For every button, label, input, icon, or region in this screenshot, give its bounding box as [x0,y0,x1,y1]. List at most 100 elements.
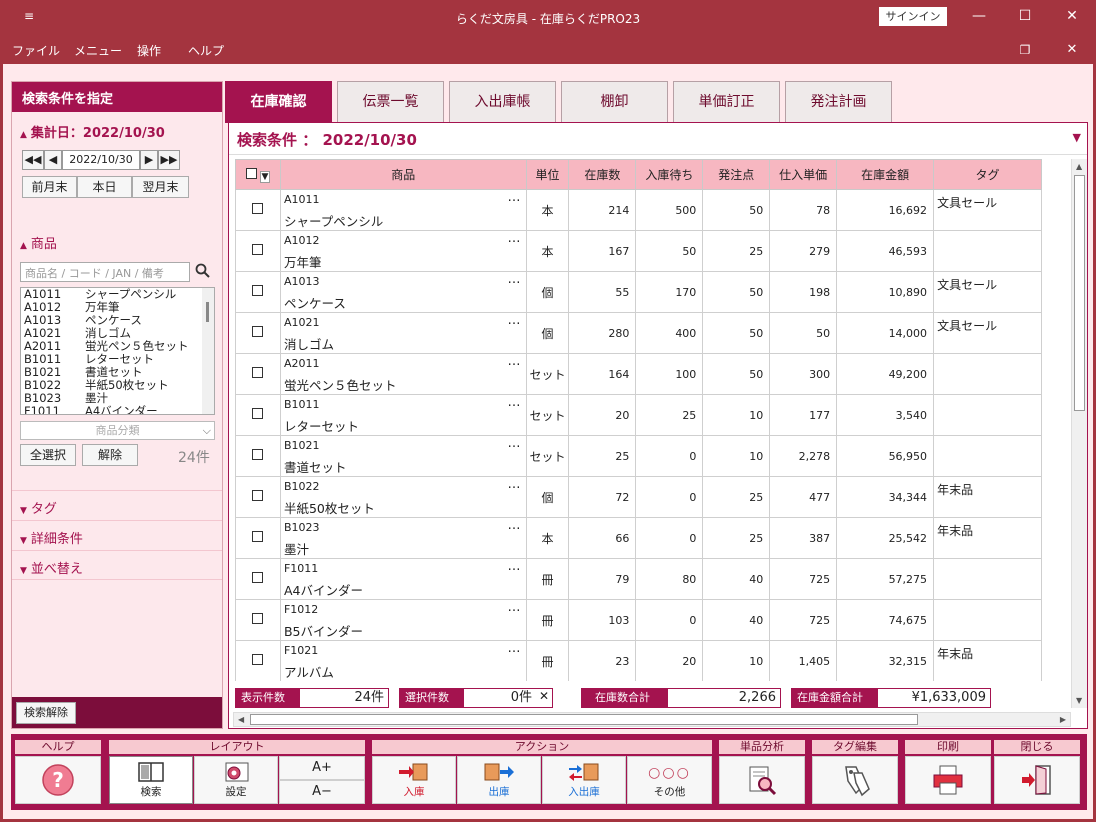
table-row[interactable]: A1021 消しゴム… 個 280 400 50 50 14,000 文具セール [235,312,1042,354]
today-button[interactable]: 本日 [77,176,132,198]
close-document-button[interactable]: ✕ [1049,36,1095,64]
product-section-header[interactable]: ▲ 商品 [12,226,222,256]
row-checkbox-cell[interactable] [235,353,281,395]
last-date-button[interactable]: ▶▶ [158,150,180,170]
more-options-icon[interactable]: … [508,477,522,492]
sort-section-header[interactable]: ▼ 並べ替え [12,550,222,580]
product-cell[interactable]: A1011 シャープペンシル… [279,189,527,231]
vertical-scrollbar[interactable]: ▲ ▼ [1071,159,1087,708]
more-options-icon[interactable]: … [508,313,522,328]
scroll-down-icon[interactable]: ▼ [1076,696,1082,705]
tag-cell[interactable] [933,394,1042,436]
tag-cell[interactable] [933,558,1042,600]
menu-help[interactable]: ヘルプ [188,42,224,59]
date-section-header[interactable]: ▲ 集計日：2022/10/30 [20,122,165,141]
signin-button[interactable]: サインイン [879,7,947,26]
close-app-button[interactable] [994,756,1080,804]
table-row[interactable]: B1022 半紙50枚セット … 個 72 0 25 477 34,344 年末品 [235,476,1042,518]
tag-cell[interactable] [933,230,1042,272]
category-select[interactable]: 商品分類 ⌵ [20,421,215,440]
more-options-icon[interactable]: … [508,641,522,656]
menu-operation[interactable]: 操作 [137,42,161,59]
product-cell[interactable]: B1022 半紙50枚セット… [279,476,527,518]
tab-inout-ledger[interactable]: 入出庫帳 [449,81,556,123]
row-checkbox-cell[interactable] [235,558,281,600]
product-cell[interactable]: F1012 B5バインダー… [279,599,527,641]
prev-date-button[interactable]: ◀ [44,150,62,170]
prev-month-end-button[interactable]: 前月末 [22,176,77,198]
next-date-button[interactable]: ▶ [140,150,158,170]
more-options-icon[interactable]: … [508,559,522,574]
checkbox-icon[interactable] [252,654,264,665]
stock-out-button[interactable]: 出庫 [457,756,541,804]
checkbox-icon[interactable] [252,490,264,501]
row-checkbox-cell[interactable] [235,230,281,272]
checkbox-icon[interactable] [252,203,264,214]
maximize-button[interactable]: ☐ [1002,0,1048,32]
row-checkbox-cell[interactable] [235,435,281,477]
condition-header[interactable]: 検索条件 ： 2022/10/30 ▼ [229,123,1087,155]
tab-slips[interactable]: 伝票一覧 [337,81,444,123]
detail-section-header[interactable]: ▼ 詳細条件 [12,520,222,550]
tag-cell[interactable] [933,353,1042,395]
more-options-icon[interactable]: … [508,436,522,451]
close-window-button[interactable]: ✕ [1049,0,1095,32]
tag-cell[interactable]: 年末品 [933,517,1042,559]
checkbox-icon[interactable] [252,449,264,460]
tab-inventory[interactable]: 棚卸 [561,81,668,123]
product-list[interactable]: A1011 シャープペンシル A1012 万年筆 A1013 ペンケース A1021 消しゴム… [20,287,215,415]
font-decrease-button[interactable]: A− [279,780,365,804]
header-tag[interactable]: タグ [933,159,1042,190]
tag-cell[interactable]: 年末品 [933,476,1042,518]
table-row[interactable]: F1011 A4バインダー … 冊 79 80 40 725 57,275 [235,558,1042,600]
product-cell[interactable]: B1023 墨汁… [279,517,527,559]
minimize-button[interactable]: — [956,0,1002,32]
tag-cell[interactable]: 年末品 [933,640,1042,681]
table-row[interactable]: F1012 B5バインダー … 冊 103 0 40 725 74,675 [235,599,1042,641]
table-row[interactable]: A1011 シャープペンシル … 本 214 500 50 78 16,692 文具セール [235,189,1042,231]
checkbox-icon[interactable] [252,285,264,296]
header-amount[interactable]: 在庫金額 [836,159,935,190]
chevron-down-icon[interactable]: ▼ [259,170,271,183]
tab-price-correction[interactable]: 単価訂正 [673,81,780,123]
table-row[interactable]: A2011 蛍光ペン５色セット … セット 164 100 50 300 49,200 [235,353,1042,395]
product-cell[interactable]: B1021 書道セット… [279,435,527,477]
table-row[interactable]: A1013 ペンケース … 個 55 170 50 198 10,890 文具セール [235,271,1042,313]
product-cell[interactable]: A1021 消しゴム… [279,312,527,354]
header-order-point[interactable]: 発注点 [702,159,771,190]
tag-cell[interactable] [933,435,1042,477]
tag-cell[interactable]: 文具セール [933,312,1042,354]
row-checkbox-cell[interactable] [235,517,281,559]
header-incoming[interactable]: 入庫待ち [635,159,704,190]
action-other-button[interactable]: ○○○ その他 [627,756,712,804]
date-field[interactable]: 2022/10/30 [62,150,140,170]
tab-stock[interactable]: 在庫確認 [225,81,332,123]
search-icon[interactable] [195,263,211,279]
scroll-left-icon[interactable]: ◀ [238,715,244,724]
tag-cell[interactable]: 文具セール [933,189,1042,231]
more-options-icon[interactable]: … [508,231,522,246]
product-cell[interactable]: F1021 アルバム… [279,640,527,681]
tag-section-header[interactable]: ▼ タグ [12,490,222,520]
product-list-scroll-thumb[interactable] [206,302,209,322]
row-checkbox-cell[interactable] [235,476,281,518]
checkbox-icon[interactable] [252,326,264,337]
header-unit[interactable]: 単位 [525,159,570,190]
product-cell[interactable]: A2011 蛍光ペン５色セット… [279,353,527,395]
more-options-icon[interactable]: … [508,518,522,533]
header-product[interactable]: 商品 [279,159,527,190]
select-all-button[interactable]: 全選択 [20,444,76,466]
row-checkbox-cell[interactable] [235,394,281,436]
row-checkbox-cell[interactable] [235,271,281,313]
help-button[interactable]: ? [15,756,101,804]
reset-search-button[interactable]: 検索解除 [16,702,76,724]
product-list-scrollbar[interactable] [202,288,214,414]
table-row[interactable]: B1023 墨汁 … 本 66 0 25 387 25,542 年末品 [235,517,1042,559]
table-row[interactable]: F1021 アルバム … 冊 23 20 10 1,405 32,315 年末品 [235,640,1042,681]
menu-file[interactable]: ファイル [12,42,60,59]
checkbox-icon[interactable] [252,572,264,583]
menu-menu[interactable]: メニュー [74,42,122,59]
table-row[interactable]: A1012 万年筆 … 本 167 50 25 279 46,593 [235,230,1042,272]
row-checkbox-cell[interactable] [235,312,281,354]
table-row[interactable]: B1011 レターセット … セット 20 25 10 177 3,540 [235,394,1042,436]
